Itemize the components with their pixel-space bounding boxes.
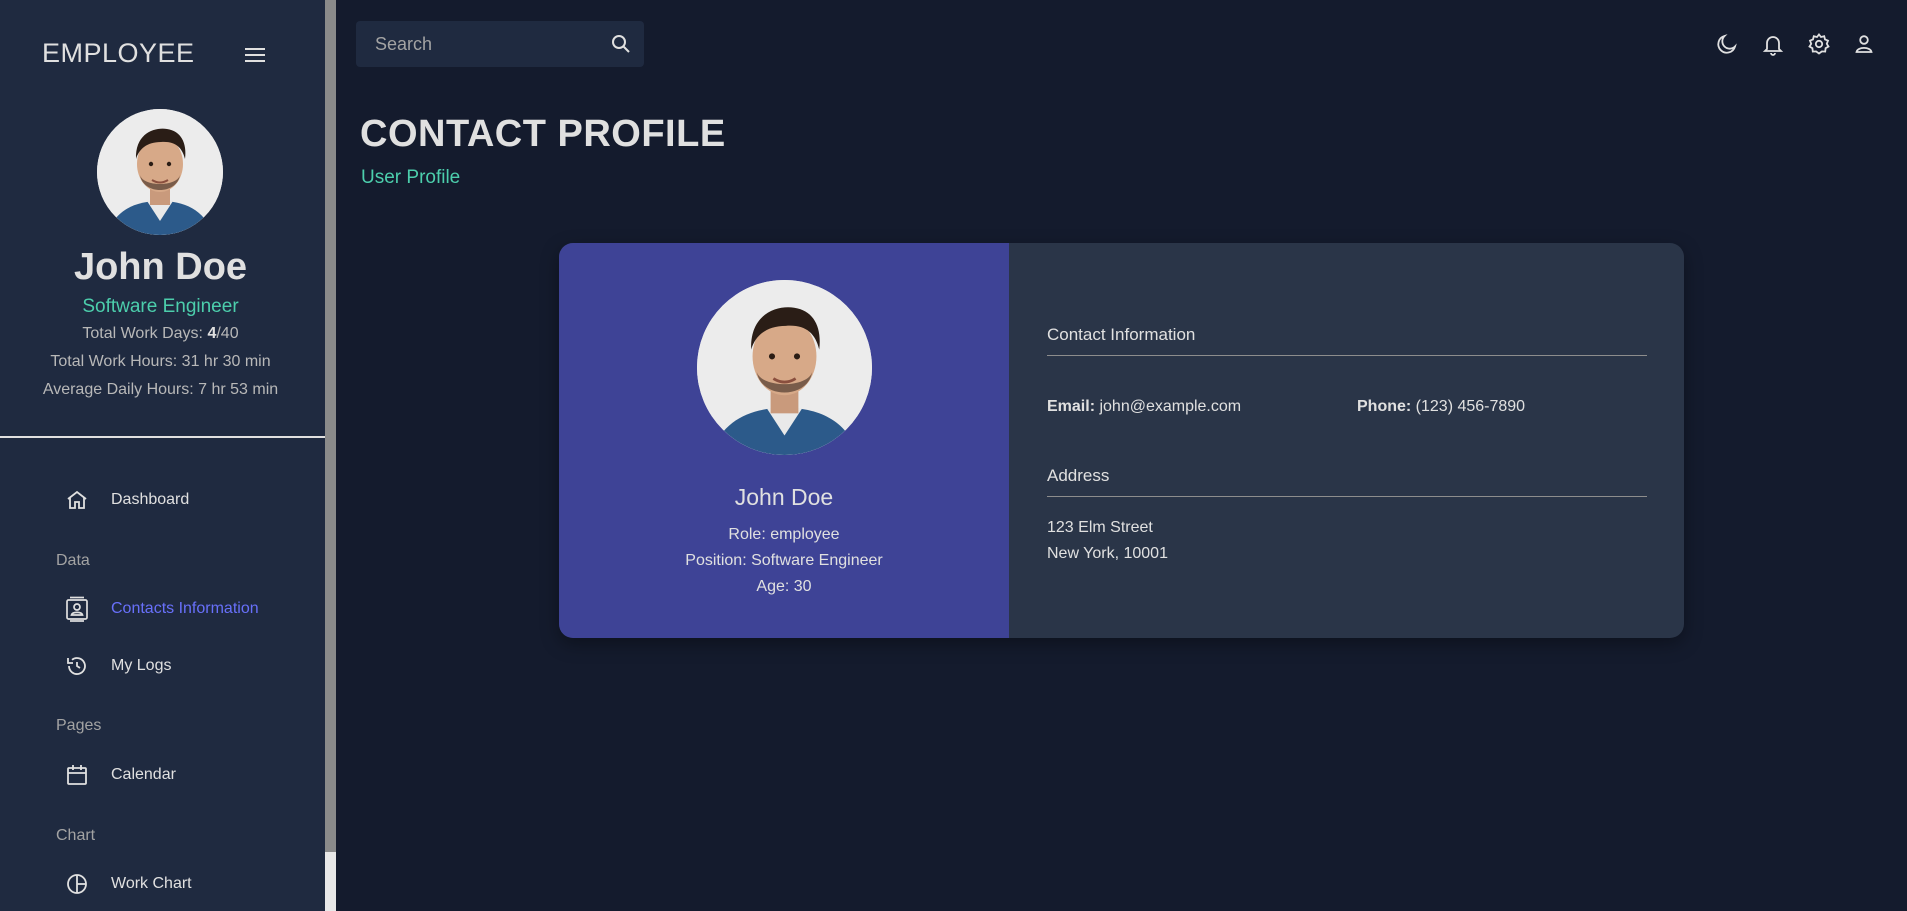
sidebar-item-contacts-information[interactable]: Contacts Information — [60, 589, 300, 629]
address-line-2: New York, 10001 — [1047, 545, 1168, 562]
page-subtitle: User Profile — [361, 167, 461, 188]
phone-value: (123) 456-7890 — [1411, 398, 1526, 415]
sidebar-item-label: Contacts Information — [111, 600, 259, 617]
page-title: CONTACT PROFILE — [360, 113, 726, 155]
profile-age: Age: 30 — [756, 578, 812, 595]
sidebar-item-calendar[interactable]: Calendar — [60, 755, 300, 795]
section-data: Data — [56, 552, 90, 569]
contact-details-panel: Contact Information Email: john@example.… — [1009, 243, 1684, 638]
profile-position: Position: Software Engineer — [685, 552, 883, 569]
sidebar-item-label: Dashboard — [111, 491, 190, 508]
brand-title: EMPLOYEE — [42, 38, 195, 68]
person-icon[interactable] — [1852, 32, 1876, 56]
sidebar-user-name: John Doe — [73, 246, 248, 288]
sidebar-user-role: Software Engineer — [82, 296, 239, 317]
search-bar — [356, 21, 644, 67]
history-icon — [65, 653, 99, 679]
settings-icon[interactable] — [1807, 32, 1831, 56]
contact-card-icon — [65, 596, 99, 622]
total-work-days: Total Work Days: 4/40 — [0, 325, 321, 343]
total-work-hours: Total Work Hours: 31 hr 30 min — [50, 353, 271, 370]
address-line-1: 123 Elm Street — [1047, 519, 1153, 536]
menu-icon[interactable] — [244, 44, 268, 66]
avatar — [97, 109, 223, 235]
sidebar-item-dashboard[interactable]: Dashboard — [60, 480, 300, 520]
average-daily-hours: Average Daily Hours: 7 hr 53 min — [42, 381, 279, 398]
profile-panel: John Doe Role: employee Position: Softwa… — [559, 243, 1009, 638]
email-field: Email: john@example.com — [1047, 398, 1241, 416]
sidebar: EMPLOYEE John Doe Software Engineer Tota… — [0, 0, 325, 911]
profile-avatar — [697, 280, 872, 455]
work-days-label: Total Work Days: — [82, 325, 208, 342]
sidebar-item-label: Work Chart — [111, 875, 192, 892]
section-divider — [1047, 355, 1647, 356]
sidebar-item-label: Calendar — [111, 766, 176, 783]
sidebar-item-my-logs[interactable]: My Logs — [60, 646, 300, 686]
sidebar-item-work-chart[interactable]: Work Chart — [60, 864, 300, 904]
search-input[interactable] — [356, 33, 596, 55]
section-pages: Pages — [56, 717, 102, 734]
sidebar-item-label: My Logs — [111, 657, 172, 674]
contact-profile-card: John Doe Role: employee Position: Softwa… — [559, 243, 1684, 638]
home-icon — [65, 487, 99, 513]
phone-field: Phone: (123) 456-7890 — [1357, 398, 1525, 416]
sidebar-divider — [0, 436, 325, 438]
notifications-icon[interactable] — [1761, 32, 1785, 56]
profile-name: John Doe — [734, 484, 834, 510]
address-heading: Address — [1047, 466, 1110, 485]
section-chart: Chart — [56, 827, 96, 844]
calendar-icon — [65, 762, 99, 788]
profile-role: Role: employee — [728, 526, 840, 543]
contact-information-heading: Contact Information — [1047, 325, 1196, 344]
dark-mode-icon[interactable] — [1715, 32, 1739, 56]
phone-label: Phone: — [1357, 398, 1412, 415]
section-divider — [1047, 496, 1647, 497]
work-days-total: /40 — [216, 325, 239, 342]
search-icon[interactable] — [610, 33, 632, 55]
sidebar-scroll-thumb[interactable] — [325, 0, 336, 852]
pie-chart-icon — [65, 871, 99, 897]
email-label: Email: — [1047, 398, 1096, 415]
email-value: john@example.com — [1095, 398, 1242, 415]
